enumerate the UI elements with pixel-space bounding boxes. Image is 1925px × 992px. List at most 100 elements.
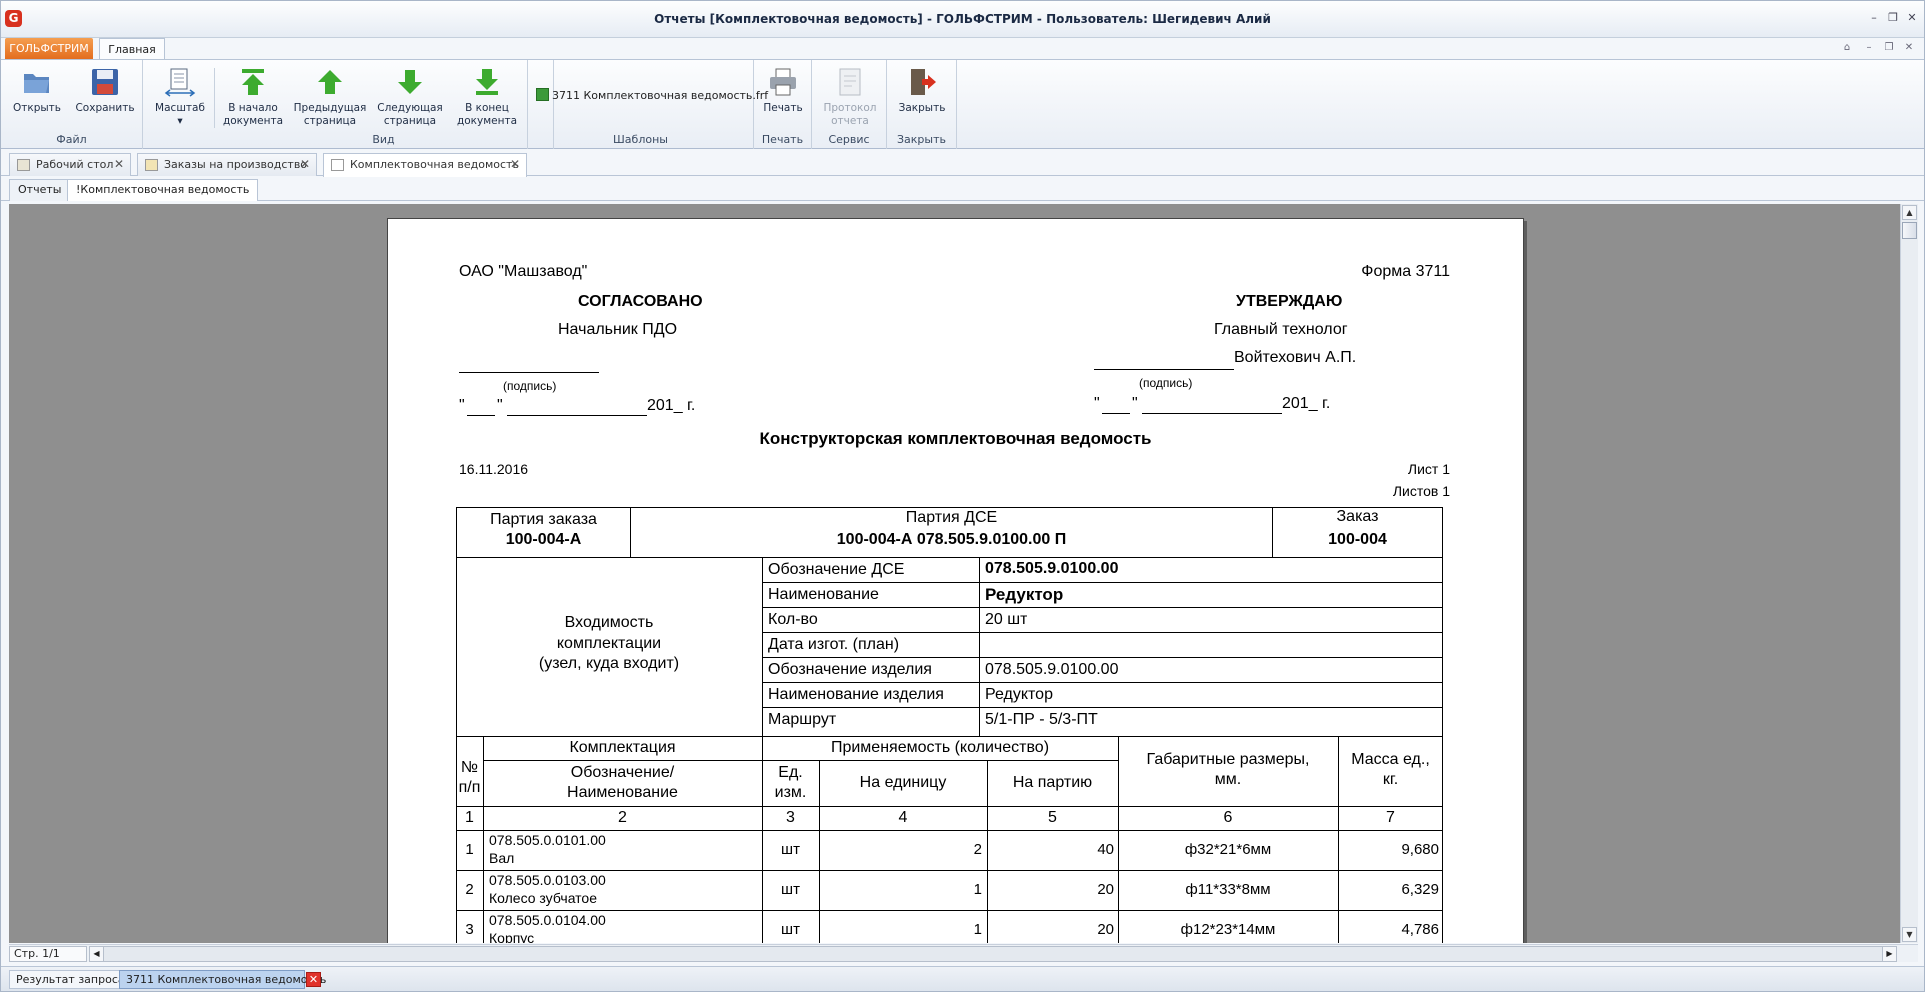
- close-tab-icon[interactable]: ✕: [300, 154, 310, 175]
- mdi-minimize-icon[interactable]: –: [1863, 42, 1875, 53]
- col-number: 5: [1048, 809, 1057, 826]
- close-tab-icon[interactable]: ✕: [510, 154, 520, 175]
- document-icon: [331, 159, 344, 171]
- membership-line-2: комплектации: [556, 635, 662, 652]
- app-menu-button[interactable]: ГОЛЬФСТРИМ: [5, 38, 93, 59]
- row-line: [762, 607, 1443, 608]
- membership-line-1: Входимость: [564, 614, 654, 631]
- dse-batch-value: 100-004-А 078.505.9.0100.00 П: [836, 531, 1067, 548]
- row-line: [762, 707, 1443, 708]
- report-page: ОАО "Машзавод" Форма 3711 СОГЛАСОВАНО На…: [387, 218, 1524, 943]
- approved-name: Войтехович А.П.: [1234, 349, 1357, 366]
- template-file-link[interactable]: 3711 Комплектовочная ведомость.frf: [536, 88, 768, 102]
- tab-desktop[interactable]: Рабочий стол ✕: [9, 153, 131, 176]
- print-label: Печать: [763, 102, 803, 114]
- date-year: 201_ г.: [1282, 395, 1331, 412]
- dse-batch-label: Партия ДСЕ: [905, 509, 998, 526]
- group-templates-label: Шаблоны: [613, 133, 668, 146]
- scroll-thumb[interactable]: [1902, 222, 1917, 239]
- ribbon: Открыть Сохранить Файл Масштаб ▾ В начал…: [1, 59, 1924, 149]
- date-quote-open: ": [459, 397, 465, 414]
- tab-production-orders[interactable]: Заказы на производство ✕: [137, 153, 317, 176]
- row-name: Вал: [489, 850, 515, 866]
- head-designation-1: Обозначение/: [570, 764, 675, 781]
- prop-label: Обозначение ДСЕ: [768, 561, 905, 578]
- minimize-icon[interactable]: –: [1866, 11, 1882, 25]
- row-line: [456, 830, 1443, 831]
- open-button[interactable]: Открыть: [9, 62, 65, 115]
- report-log-button[interactable]: Протокол отчета: [818, 62, 882, 128]
- col-number: 4: [898, 809, 908, 826]
- tab-main[interactable]: Главная: [99, 38, 165, 60]
- order-value: 100-004: [1328, 531, 1387, 548]
- close-tab-icon[interactable]: ✕: [114, 154, 124, 175]
- close-button[interactable]: Закрыть: [893, 62, 951, 115]
- row-line: [456, 806, 1443, 807]
- ribbon-collapse-icon[interactable]: ⌂: [1841, 42, 1853, 53]
- subtab-kit-sheet[interactable]: !Комплектовочная ведомость: [67, 179, 259, 201]
- group-close-label: Закрыть: [897, 133, 946, 146]
- group-print-label: Печать: [761, 133, 804, 146]
- report-log-label-2: отчета: [831, 115, 869, 127]
- document-title: Конструкторская комплектовочная ведомост…: [759, 429, 1152, 448]
- restore-icon[interactable]: ❐: [1885, 11, 1901, 25]
- close-icon[interactable]: ✕: [306, 972, 321, 987]
- document-tabs: Рабочий стол ✕ Заказы на производство ✕ …: [1, 152, 1924, 177]
- row-mass: 4,786: [1401, 921, 1439, 938]
- first-page-label-2: документа: [222, 115, 284, 127]
- row-code: 078.505.0.0104.00: [489, 912, 606, 928]
- scroll-right-icon[interactable]: ▶: [1882, 947, 1896, 961]
- prop-value: 20 шт: [985, 611, 1028, 628]
- scroll-up-icon[interactable]: ▲: [1902, 205, 1917, 220]
- vertical-scrollbar[interactable]: ▲ ▼: [1900, 204, 1918, 943]
- prev-page-button[interactable]: Предыдущая страница: [292, 62, 368, 128]
- subtab-reports[interactable]: Отчеты: [9, 179, 71, 201]
- taskbar-kit-sheet[interactable]: 3711 Комплектовочная ведомость: [119, 970, 326, 989]
- taskbar-query-result[interactable]: Результат запроса: [9, 970, 132, 989]
- row-per-batch: 20: [1097, 881, 1114, 898]
- form-number: Форма 3711: [1361, 263, 1450, 280]
- date-quote-open: ": [1094, 395, 1100, 412]
- last-page-button[interactable]: В конец документа: [454, 62, 520, 128]
- prev-page-label-1: Предыдущая: [293, 102, 367, 114]
- chevron-down-icon: ▾: [177, 115, 183, 127]
- head-num-1: №: [460, 759, 479, 776]
- row-per-batch: 40: [1097, 841, 1114, 858]
- scale-button[interactable]: Масштаб ▾: [154, 62, 206, 128]
- horizontal-scrollbar[interactable]: ◀ ▶: [89, 946, 1897, 962]
- last-page-label-2: документа: [456, 115, 518, 127]
- desktop-icon: [17, 159, 30, 171]
- company-name: ОАО "Машзавод": [459, 263, 588, 280]
- viewer-status-row: Стр. 1/1 ◀ ▶: [9, 944, 1918, 962]
- mdi-close-icon[interactable]: ✕: [1903, 42, 1915, 53]
- report-viewer[interactable]: ОАО "Машзавод" Форма 3711 СОГЛАСОВАНО На…: [9, 204, 1900, 943]
- row-line: [762, 657, 1443, 658]
- scroll-down-icon[interactable]: ▼: [1902, 927, 1917, 942]
- prop-label: Дата изгот. (план): [768, 636, 900, 653]
- folder-open-icon: [24, 74, 49, 93]
- agreed-heading: СОГЛАСОВАНО: [578, 293, 703, 310]
- tab-kit-sheet[interactable]: Комплектовочная ведомость ✕: [323, 153, 527, 177]
- zoom-page-icon: [164, 68, 196, 97]
- scroll-left-icon[interactable]: ◀: [90, 947, 104, 961]
- sheet-number: Лист 1: [1407, 461, 1450, 477]
- arrow-up-icon: [318, 70, 342, 94]
- group-service: Протокол отчета Сервис: [812, 60, 887, 149]
- row-line: [762, 682, 1443, 683]
- tab-production-orders-label: Заказы на производство: [164, 158, 308, 171]
- head-per-unit: На единицу: [859, 774, 947, 791]
- prop-value: Редуктор: [985, 585, 1064, 604]
- col-number: 3: [786, 809, 795, 826]
- print-button[interactable]: Печать: [758, 62, 808, 115]
- row-num: 2: [465, 881, 474, 898]
- group-templates: 3711 Комплектовочная ведомость.frf Шабло…: [527, 60, 768, 149]
- report-log-icon: [839, 68, 861, 96]
- sub-tabs: Отчеты !Комплектовочная ведомость: [1, 178, 1924, 201]
- close-window-icon[interactable]: ✕: [1904, 11, 1920, 25]
- date-month-line: [507, 415, 647, 416]
- mdi-restore-icon[interactable]: ❐: [1883, 42, 1895, 53]
- first-page-button[interactable]: В начало документа: [222, 62, 284, 128]
- next-page-button[interactable]: Следующая страница: [372, 62, 448, 128]
- row-num: 3: [465, 921, 474, 938]
- save-button[interactable]: Сохранить: [73, 62, 137, 115]
